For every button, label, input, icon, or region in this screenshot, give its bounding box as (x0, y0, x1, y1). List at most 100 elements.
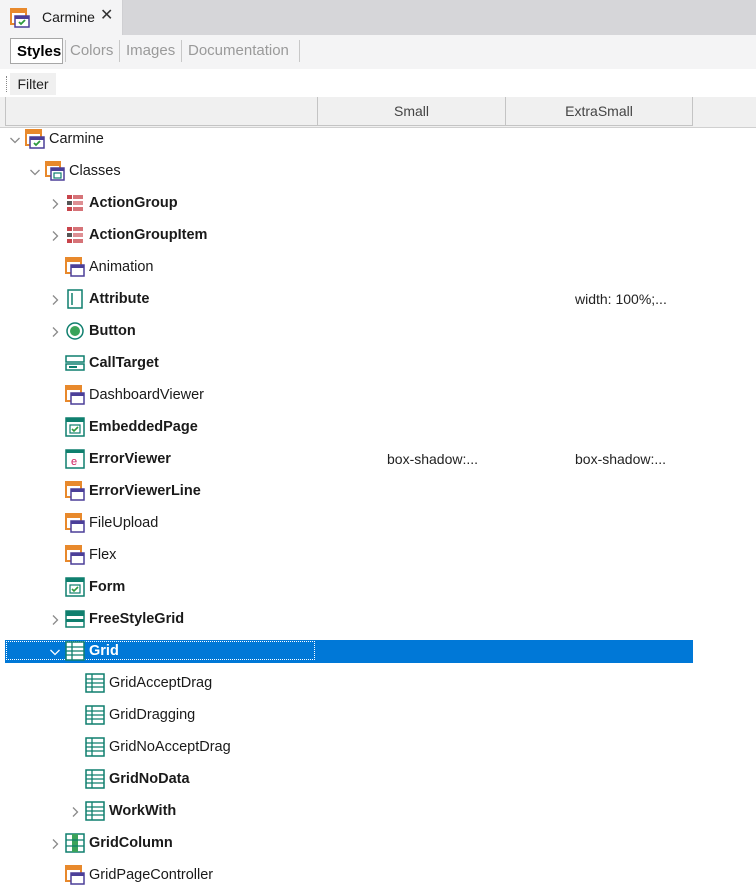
tab-images[interactable]: Images (120, 38, 181, 64)
embedded-page-icon (65, 417, 85, 437)
svg-text:e: e (71, 456, 77, 468)
tree-row-label: ActionGroup (89, 195, 178, 211)
tree-row-label: GridColumn (89, 835, 173, 851)
tree-row-grid-no-data[interactable]: GridNoData (0, 767, 756, 799)
tree-row-label: GridNoData (109, 771, 190, 787)
filter-input[interactable] (58, 72, 752, 96)
tree-row-label: FreeStyleGrid (89, 611, 185, 627)
class-icon (65, 865, 85, 885)
chevron-down-icon[interactable] (29, 165, 41, 177)
tree-row-label: ErrorViewerLine (89, 483, 201, 499)
column-header: Small ExtraSmall (0, 97, 756, 128)
chevron-right-icon[interactable] (69, 805, 81, 817)
tree-row-grid-column[interactable]: GridColumn (0, 831, 756, 863)
filter-bar: Filter (0, 70, 756, 98)
chevron-right-icon[interactable] (49, 197, 61, 209)
extrasmall-value[interactable]: width: 100%;... (575, 291, 667, 307)
editor-subtabs: Styles Colors Images Documentation (0, 35, 756, 69)
grid-column-icon (65, 833, 85, 853)
chevron-down-icon[interactable] (49, 645, 61, 657)
tree-row-file-upload[interactable]: FileUpload (0, 511, 756, 543)
tree-row-work-with[interactable]: WorkWith (0, 799, 756, 831)
tree-row-carmine[interactable]: Carmine (0, 127, 756, 159)
tree-row-button[interactable]: Button (0, 319, 756, 351)
extrasmall-value[interactable]: box-shadow:... (575, 451, 666, 467)
tree-row-grid-page-controller[interactable]: GridPageController (0, 863, 756, 895)
document-tab-carmine[interactable]: Carmine ✕ (0, 0, 123, 35)
tree-row-label: Attribute (89, 291, 150, 307)
tree-row-error-viewer[interactable]: e ErrorViewer box-shadow:... box-shadow:... (0, 447, 756, 479)
column-header-name[interactable] (5, 97, 318, 126)
action-group-icon (65, 225, 85, 245)
tree-row-label: GridPageController (89, 867, 214, 883)
button-icon (65, 321, 85, 341)
tree-row-grid[interactable]: Grid (0, 639, 756, 671)
chevron-right-icon[interactable] (49, 613, 61, 625)
tree-row-label: FileUpload (89, 515, 159, 531)
column-header-small[interactable]: Small (317, 97, 506, 126)
freestyle-grid-icon (65, 609, 85, 629)
document-tab-bar: Carmine ✕ (0, 0, 756, 35)
tree-row-dashboard-viewer[interactable]: DashboardViewer (0, 383, 756, 415)
tree-row-action-group[interactable]: ActionGroup (0, 191, 756, 223)
tree-row-label: CallTarget (89, 355, 159, 371)
tree-row-label: GridNoAcceptDrag (109, 739, 231, 755)
tree-row-label: Grid (89, 643, 119, 659)
embedded-page-icon (65, 577, 85, 597)
tree-row-label: EmbeddedPage (89, 419, 198, 435)
grid-icon (65, 641, 85, 661)
chevron-down-icon[interactable] (9, 133, 21, 145)
tree-row-call-target[interactable]: CallTarget (0, 351, 756, 383)
tab-styles[interactable]: Styles (10, 38, 63, 64)
tree-row-label: ActionGroupItem (89, 227, 208, 243)
chevron-right-icon[interactable] (49, 293, 61, 305)
tree-row-error-viewer-line[interactable]: ErrorViewerLine (0, 479, 756, 511)
style-object-icon (25, 129, 45, 149)
tree-row-flex[interactable]: Flex (0, 543, 756, 575)
classes-folder-icon (45, 161, 65, 181)
tree-row-action-group-item[interactable]: ActionGroupItem (0, 223, 756, 255)
tree-row-label: GridAcceptDrag (109, 675, 213, 691)
close-icon[interactable]: ✕ (100, 6, 113, 26)
tree-row-label: WorkWith (109, 803, 177, 819)
tree-row-attribute[interactable]: Attribute width: 100%;... (0, 287, 756, 319)
tree-row-grid-no-accept-drag[interactable]: GridNoAcceptDrag (0, 735, 756, 767)
class-icon (65, 545, 85, 565)
tree-row-free-style-grid[interactable]: FreeStyleGrid (0, 607, 756, 639)
chevron-right-icon[interactable] (49, 325, 61, 337)
tree-row-embedded-page[interactable]: EmbeddedPage (0, 415, 756, 447)
tree-row-label: Animation (89, 259, 154, 275)
call-target-icon (65, 353, 85, 373)
tree-row-label: DashboardViewer (89, 387, 204, 403)
grid-icon (85, 769, 105, 789)
tree-row-animation[interactable]: Animation (0, 255, 756, 287)
class-icon (65, 481, 85, 501)
tab-colors[interactable]: Colors (64, 38, 119, 64)
tree-row-label: GridDragging (109, 707, 196, 723)
tree-row-grid-accept-drag[interactable]: GridAcceptDrag (0, 671, 756, 703)
tree-row-label: ErrorViewer (89, 451, 171, 467)
grid-icon (85, 801, 105, 821)
tree-row-form[interactable]: Form (0, 575, 756, 607)
tree-row-grid-dragging[interactable]: GridDragging (0, 703, 756, 735)
chevron-right-icon[interactable] (49, 837, 61, 849)
class-icon (65, 513, 85, 533)
style-object-icon (10, 8, 30, 28)
column-header-extrasmall[interactable]: ExtraSmall (505, 97, 693, 126)
tree-row-label: Carmine (49, 131, 104, 147)
tab-documentation[interactable]: Documentation (182, 38, 295, 64)
chevron-right-icon[interactable] (49, 229, 61, 241)
attribute-icon (65, 289, 85, 309)
tab-separator (299, 40, 300, 62)
tree-row-label: Button (89, 323, 136, 339)
grid-icon (85, 737, 105, 757)
tree-row-classes[interactable]: Classes (0, 159, 756, 191)
grid-icon (85, 705, 105, 725)
document-tab-title: Carmine (42, 9, 95, 25)
tree-row-label: Flex (89, 547, 117, 563)
class-icon (65, 257, 85, 277)
filter-label: Filter (10, 73, 56, 95)
class-icon (65, 385, 85, 405)
small-value[interactable]: box-shadow:... (387, 451, 478, 467)
grid-icon (85, 673, 105, 693)
